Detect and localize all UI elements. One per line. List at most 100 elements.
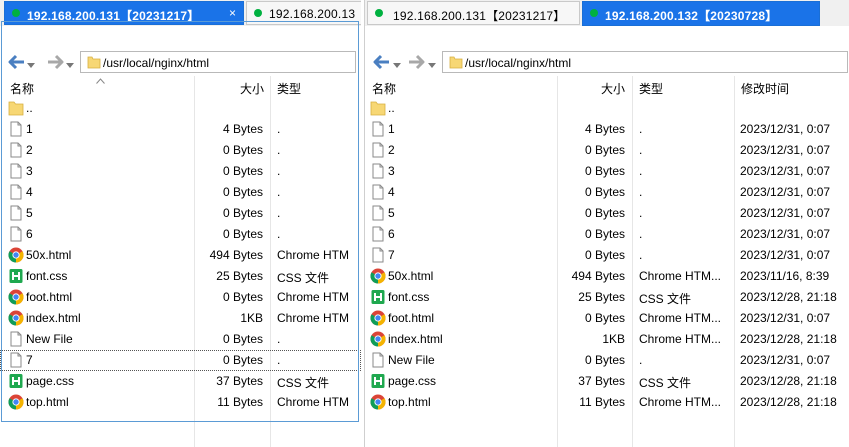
column-name-header[interactable]: 名称: [10, 80, 34, 97]
file-name: 1: [388, 122, 395, 136]
file-modified: 2023/11/16, 8:39: [740, 269, 830, 283]
file-row[interactable]: 4 0 Bytes. 2023/12/31, 0:07: [365, 182, 849, 203]
file-icon: [8, 184, 24, 200]
file-type: .: [639, 143, 643, 157]
file-size: 1KB: [602, 332, 625, 346]
column-modified-header[interactable]: 修改时间: [741, 80, 789, 97]
left-column-header: 名称 大小 类型: [0, 76, 361, 98]
file-row[interactable]: font.css 25 Bytes CSS 文件 2023/12/28, 21:18: [365, 287, 849, 308]
file-type: .: [277, 206, 281, 220]
file-row[interactable]: page.css 37 Bytes CSS 文件 2023/12/28, 21:18: [365, 371, 849, 392]
column-type-header[interactable]: 类型: [639, 80, 663, 97]
sort-caret-icon: [96, 73, 105, 87]
file-name: 7: [388, 248, 395, 262]
file-name: 1: [26, 122, 33, 136]
file-row[interactable]: 6 0 Bytes. 2023/12/31, 0:07: [365, 224, 849, 245]
file-row[interactable]: New File 0 Bytes.: [0, 329, 361, 350]
file-row[interactable]: 1 4 Bytes. 2023/12/31, 0:07: [365, 119, 849, 140]
file-row[interactable]: 50x.html 494 Bytes Chrome HTM: [0, 245, 361, 266]
file-size: 1KB: [240, 311, 263, 325]
right-file-pane: 192.168.200.131【20231217】 192.168.200.13…: [364, 0, 849, 447]
back-dropdown-icon[interactable]: [393, 58, 401, 68]
file-size: 25 Bytes: [578, 290, 625, 304]
forward-dropdown-icon[interactable]: [66, 58, 74, 68]
file-row[interactable]: 7 0 Bytes. 2023/12/31, 0:07: [365, 245, 849, 266]
right-tab-bar: 192.168.200.131【20231217】 192.168.200.13…: [365, 0, 849, 26]
file-size: 0 Bytes: [584, 227, 625, 241]
connected-status-icon: [590, 9, 598, 17]
column-size-header[interactable]: 大小: [200, 80, 264, 97]
tab-192-168-200-132[interactable]: 192.168.200.132【20230728】: [582, 1, 820, 26]
file-modified: 2023/12/28, 21:18: [740, 395, 837, 409]
file-name: 50x.html: [388, 269, 434, 283]
file-modified: 2023/12/28, 21:18: [740, 374, 837, 388]
css-icon: [8, 268, 24, 284]
file-type: CSS 文件: [277, 271, 330, 285]
back-arrow-icon[interactable]: [373, 54, 391, 70]
file-row[interactable]: ..: [365, 98, 849, 119]
file-name: 2: [26, 143, 33, 157]
tab-192-168-200-131[interactable]: 192.168.200.131【20231217】: [367, 1, 580, 25]
file-name: 4: [26, 185, 33, 199]
file-row[interactable]: 6 0 Bytes.: [0, 224, 361, 245]
path-text: /usr/local/nginx/html: [103, 56, 210, 70]
file-icon: [8, 226, 24, 242]
file-row[interactable]: ..: [0, 98, 361, 119]
connected-status-icon: [254, 9, 262, 17]
file-row[interactable]: index.html 1KB Chrome HTM... 2023/12/28, 21…: [365, 329, 849, 350]
file-row[interactable]: foot.html 0 Bytes Chrome HTM... 2023/12/31,…: [365, 308, 849, 329]
file-row[interactable]: 3 0 Bytes.: [0, 161, 361, 182]
file-row[interactable]: New File 0 Bytes. 2023/12/31, 0:07: [365, 350, 849, 371]
file-type: CSS 文件: [277, 376, 330, 390]
file-type: Chrome HTM: [277, 311, 350, 325]
file-name: New File: [388, 353, 435, 367]
column-size-header[interactable]: 大小: [561, 80, 625, 97]
column-name-header[interactable]: 名称: [372, 80, 396, 97]
close-icon[interactable]: ×: [229, 6, 236, 20]
forward-arrow-icon[interactable]: [46, 54, 64, 70]
file-row[interactable]: page.css 37 Bytes CSS 文件: [0, 371, 361, 392]
forward-dropdown-icon[interactable]: [428, 58, 436, 68]
file-row[interactable]: 2 0 Bytes. 2023/12/31, 0:07: [365, 140, 849, 161]
file-type: .: [277, 227, 281, 241]
file-type: .: [277, 164, 281, 178]
file-row[interactable]: foot.html 0 Bytes Chrome HTM: [0, 287, 361, 308]
file-row[interactable]: index.html 1KB Chrome HTM: [0, 308, 361, 329]
file-row[interactable]: 3 0 Bytes. 2023/12/31, 0:07: [365, 161, 849, 182]
file-modified: 2023/12/31, 0:07: [740, 227, 831, 241]
left-tab-bar: 192.168.200.131【20231217】 × 192.168.200.…: [0, 0, 361, 26]
file-modified: 2023/12/31, 0:07: [740, 185, 831, 199]
file-row[interactable]: 4 0 Bytes.: [0, 182, 361, 203]
file-type: Chrome HTM: [277, 290, 350, 304]
file-row[interactable]: 7 0 Bytes.: [0, 350, 361, 371]
file-size: 0 Bytes: [222, 332, 263, 346]
file-type: Chrome HTM...: [639, 311, 722, 325]
file-row[interactable]: 5 0 Bytes. 2023/12/31, 0:07: [365, 203, 849, 224]
tab-192-168-200-131[interactable]: 192.168.200.131【20231217】 ×: [4, 1, 244, 25]
file-row[interactable]: 5 0 Bytes.: [0, 203, 361, 224]
column-type-header[interactable]: 类型: [277, 80, 301, 97]
forward-arrow-icon[interactable]: [407, 54, 425, 70]
file-type: .: [277, 122, 281, 136]
file-size: 0 Bytes: [222, 185, 263, 199]
file-row[interactable]: top.html 11 Bytes Chrome HTM: [0, 392, 361, 413]
file-icon: [370, 184, 386, 200]
file-name: 50x.html: [26, 248, 72, 262]
file-row[interactable]: font.css 25 Bytes CSS 文件: [0, 266, 361, 287]
path-field[interactable]: /usr/local/nginx/html: [80, 51, 356, 73]
tab-192-168-200-13x[interactable]: 192.168.200.13: [246, 1, 361, 25]
connected-status-icon: [12, 9, 20, 17]
file-size: 37 Bytes: [216, 374, 263, 388]
file-row[interactable]: 2 0 Bytes.: [0, 140, 361, 161]
path-field[interactable]: /usr/local/nginx/html: [442, 51, 848, 73]
css-icon: [370, 373, 386, 389]
file-row[interactable]: 50x.html 494 Bytes Chrome HTM... 2023/11/16…: [365, 266, 849, 287]
file-size: 0 Bytes: [222, 290, 263, 304]
back-dropdown-icon[interactable]: [27, 58, 35, 68]
file-row[interactable]: 1 4 Bytes.: [0, 119, 361, 140]
file-row[interactable]: top.html 11 Bytes Chrome HTM... 2023/12/28,…: [365, 392, 849, 413]
file-modified: 2023/12/31, 0:07: [740, 164, 831, 178]
tab-label: 192.168.200.131【20231217】: [27, 9, 200, 23]
file-modified: 2023/12/31, 0:07: [740, 143, 831, 157]
back-arrow-icon[interactable]: [8, 54, 26, 70]
